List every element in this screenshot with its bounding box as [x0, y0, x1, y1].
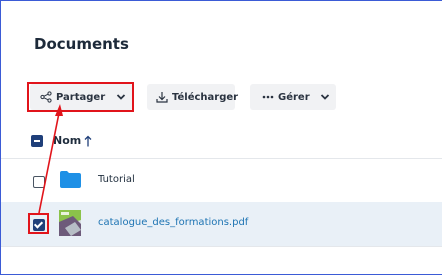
column-name-header[interactable]: Nom: [53, 134, 81, 147]
pdf-thumbnail-icon: [59, 210, 81, 240]
folder-icon: [60, 171, 81, 192]
download-label: Télécharger: [172, 91, 239, 103]
file-name[interactable]: catalogue_des_formations.pdf: [98, 217, 248, 228]
manage-label: Gérer: [278, 91, 310, 103]
list-item[interactable]: catalogue_des_formations.pdf: [1, 202, 442, 247]
chevron-down-icon: [320, 93, 330, 101]
file-name[interactable]: Tutorial: [98, 174, 135, 185]
list-header: Nom: [1, 125, 442, 159]
documents-panel: Documents Partager Télécharger Gérer Nom…: [0, 0, 442, 275]
sort-ascending-icon[interactable]: [84, 132, 92, 151]
page-title: Documents: [34, 35, 129, 53]
checkbox-highlight-box: [28, 213, 49, 234]
download-button[interactable]: Télécharger: [147, 84, 239, 110]
manage-button[interactable]: Gérer: [250, 84, 336, 110]
more-icon: [262, 94, 274, 100]
list-item[interactable]: Tutorial: [1, 159, 442, 204]
share-highlight-box: [27, 82, 134, 112]
row-checkbox[interactable]: [33, 176, 45, 188]
select-all-checkbox[interactable]: [31, 135, 43, 147]
download-icon: [156, 91, 168, 103]
